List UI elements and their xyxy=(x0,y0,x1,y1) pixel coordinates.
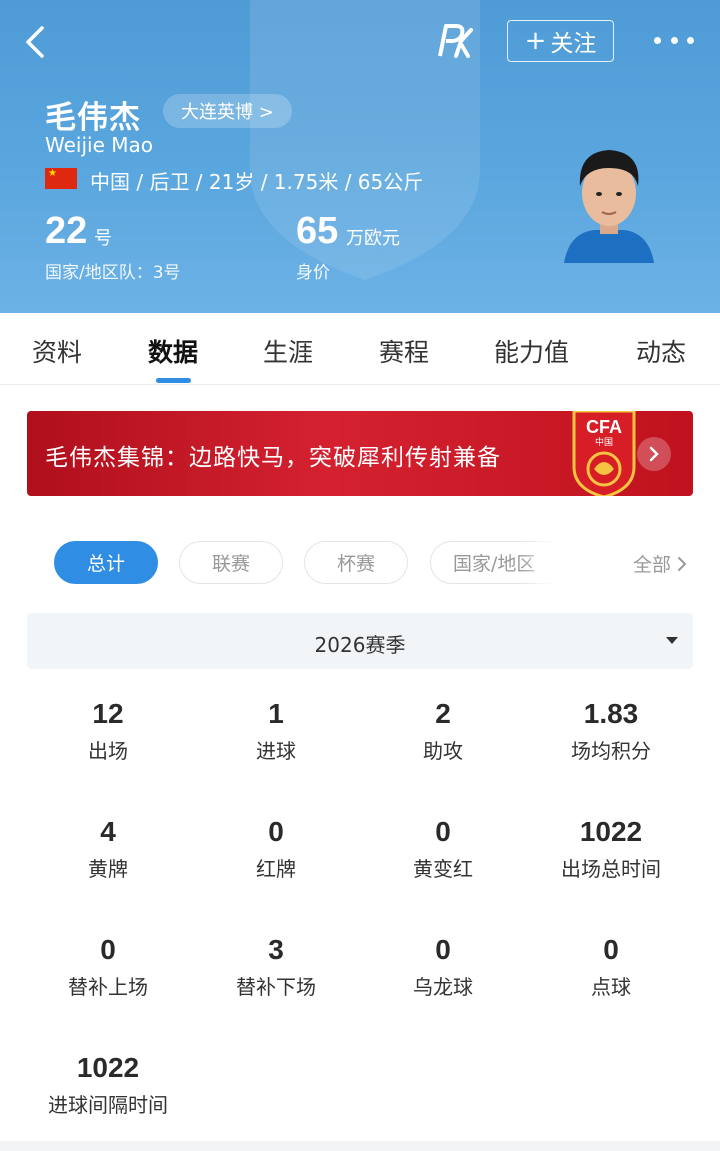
active-tab-indicator xyxy=(156,378,191,383)
tab-career[interactable]: 生涯 xyxy=(263,333,313,369)
stat-label: 进球 xyxy=(256,739,296,763)
cfa-badge-subtext: 中国 xyxy=(595,436,613,448)
stat-goal-interval: 1022 进球间隔时间 xyxy=(24,1051,192,1117)
stat-value: 0 xyxy=(603,934,619,965)
stat-value: 1.83 xyxy=(583,698,639,729)
stat-value: 1022 xyxy=(76,1052,140,1083)
stat-label: 进球间隔时间 xyxy=(48,1093,168,1117)
tab-news[interactable]: 动态 xyxy=(636,333,686,369)
stat-label: 助攻 xyxy=(423,739,463,763)
stat-value: 0 xyxy=(100,934,116,965)
player-name: 毛伟杰 xyxy=(45,100,141,136)
stat-label: 乌龙球 xyxy=(413,975,473,999)
filter-league[interactable]: 联赛 xyxy=(179,541,283,584)
team-link[interactable]: 大连英博 > xyxy=(163,94,292,128)
stat-value: 12 xyxy=(92,698,124,729)
stat-value: 3 xyxy=(268,934,284,965)
stat-label: 出场 xyxy=(88,739,128,763)
chips-fade xyxy=(520,541,570,584)
bottom-divider xyxy=(0,1141,720,1151)
follow-label: 关注 xyxy=(550,31,597,57)
shirt-number-unit: 号 xyxy=(94,228,112,249)
tab-ability[interactable]: 能力值 xyxy=(494,333,569,369)
national-team-number: 国家/地区队：3号 xyxy=(45,263,181,283)
all-filters-label: 全部 xyxy=(633,554,672,576)
stat-label: 点球 xyxy=(591,975,631,999)
cfa-badge-text: CFA xyxy=(586,417,622,437)
stat-penalties: 0 点球 xyxy=(527,933,695,999)
chevron-right-icon xyxy=(637,437,671,471)
stat-sub-off: 3 替补下场 xyxy=(192,933,360,999)
stat-own-goals: 0 乌龙球 xyxy=(359,933,527,999)
tab-schedule[interactable]: 赛程 xyxy=(379,333,429,369)
market-value-label: 身价 xyxy=(296,263,330,283)
filter-total[interactable]: 总计 xyxy=(54,541,158,584)
market-value: 65 xyxy=(296,210,339,252)
stat-value: 1022 xyxy=(579,816,643,847)
all-filters-link[interactable]: 全部 xyxy=(633,550,687,577)
tab-data[interactable]: 数据 xyxy=(148,333,198,369)
stat-value: 0 xyxy=(435,816,451,847)
chevron-right-icon xyxy=(678,556,687,571)
stat-yellow-cards: 4 黄牌 xyxy=(24,815,192,881)
banner-title: 毛伟杰集锦：边路快马，突破犀利传射兼备 xyxy=(45,445,501,471)
follow-button[interactable]: + 关注 xyxy=(507,20,614,62)
stat-sub-on: 0 替补上场 xyxy=(24,933,192,999)
player-avatar xyxy=(564,150,654,263)
plus-icon: + xyxy=(524,26,547,56)
highlights-banner[interactable]: 毛伟杰集锦：边路快马，突破犀利传射兼备 CFA 中国 xyxy=(27,411,693,496)
cfa-badge-icon: CFA 中国 xyxy=(572,411,636,496)
stat-red-cards: 0 红牌 xyxy=(192,815,360,881)
stat-points-per-game: 1.83 场均积分 xyxy=(527,697,695,763)
market-value-unit: 万欧元 xyxy=(346,228,400,249)
season-label: 2026赛季 xyxy=(314,633,406,657)
profile-tabs: 资料 数据 生涯 赛程 能力值 动态 xyxy=(0,313,720,385)
filter-cup[interactable]: 杯赛 xyxy=(304,541,408,584)
stat-second-yellow: 0 黄变红 xyxy=(359,815,527,881)
stat-goals: 1 进球 xyxy=(192,697,360,763)
pk-logo-icon[interactable] xyxy=(434,22,474,60)
tab-profile[interactable]: 资料 xyxy=(32,333,82,369)
china-flag-icon: ★ xyxy=(45,168,77,189)
stat-label: 红牌 xyxy=(256,857,296,881)
stat-value: 0 xyxy=(435,934,451,965)
back-icon[interactable] xyxy=(18,22,54,62)
stat-value: 0 xyxy=(268,816,284,847)
more-options-icon[interactable] xyxy=(654,28,694,52)
caret-down-icon xyxy=(666,637,678,644)
stat-label: 黄变红 xyxy=(413,857,473,881)
stat-label: 出场总时间 xyxy=(561,857,661,881)
stat-minutes-played: 1022 出场总时间 xyxy=(527,815,695,881)
stat-value: 2 xyxy=(435,698,451,729)
player-header: + 关注 毛伟杰 大连英博 > Weijie Mao ★ 中国 / 后卫 / 2… xyxy=(0,0,720,313)
stat-assists: 2 助攻 xyxy=(359,697,527,763)
player-name-english: Weijie Mao xyxy=(45,133,153,157)
stat-appearances: 12 出场 xyxy=(24,697,192,763)
stat-label: 场均积分 xyxy=(571,739,651,763)
stat-label: 黄牌 xyxy=(88,857,128,881)
shirt-number: 22 xyxy=(45,210,88,252)
stat-label: 替补下场 xyxy=(236,975,316,999)
stat-label: 替补上场 xyxy=(68,975,148,999)
stat-value: 1 xyxy=(268,698,284,729)
stat-value: 4 xyxy=(100,816,116,847)
player-bio: 中国 / 后卫 / 21岁 / 1.75米 / 65公斤 xyxy=(90,170,424,194)
season-select[interactable]: 2026赛季 xyxy=(27,613,693,669)
